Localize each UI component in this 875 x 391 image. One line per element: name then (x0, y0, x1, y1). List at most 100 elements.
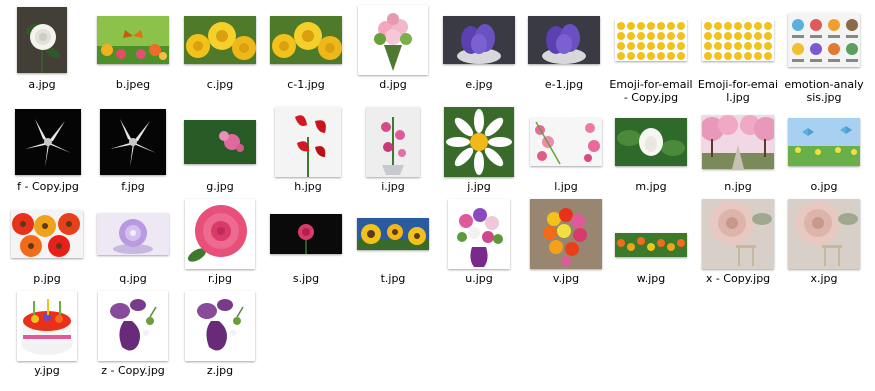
image-thumbnail-purple-hyacinth[interactable] (443, 16, 515, 64)
image-thumbnail-pink-orchid[interactable] (184, 120, 256, 164)
file-name: r.jpg (207, 272, 233, 285)
file-item[interactable]: r.jpg (178, 198, 262, 290)
file-item[interactable]: w.jpg (609, 198, 693, 290)
image-thumbnail-purple-flower-illustration[interactable] (98, 291, 168, 361)
file-name: q.jpg (119, 272, 147, 285)
image-thumbnail-yellow-roses-copy[interactable] (270, 16, 342, 64)
image-thumbnail-pink-arrangement[interactable] (366, 107, 420, 177)
file-name: l.jpg (554, 180, 578, 193)
file-item[interactable]: n.jpg (696, 106, 780, 198)
file-item[interactable]: x - Copy.jpg (696, 198, 780, 290)
image-thumbnail-rose-wall[interactable] (702, 199, 774, 269)
file-item[interactable]: Emoji-for-email - Copy.jpg (609, 4, 693, 104)
file-name: c-1.jpg (287, 78, 325, 91)
image-thumbnail-butterflies-meadow[interactable] (788, 118, 860, 166)
file-name: z - Copy.jpg (101, 364, 165, 377)
file-item[interactable]: t.jpg (351, 198, 435, 290)
image-thumbnail-daisy[interactable] (444, 107, 514, 177)
file-name: x - Copy.jpg (705, 272, 771, 285)
file-item[interactable]: d.jpg (351, 4, 435, 96)
image-thumbnail-white-lily-copy[interactable] (100, 109, 166, 175)
image-thumbnail-rose-dark[interactable] (270, 214, 342, 254)
file-name: n.jpg (724, 180, 752, 193)
image-thumbnail-vase-arrangement[interactable] (448, 199, 510, 269)
file-item[interactable]: c-1.jpg (264, 4, 348, 96)
file-item[interactable]: y.jpg (5, 290, 89, 382)
image-thumbnail-pink-flowers-white[interactable] (530, 118, 602, 166)
file-name: x.jpg (810, 272, 838, 285)
file-name: c.jpg (206, 78, 234, 91)
file-name: h.jpg (294, 180, 322, 193)
file-name: f.jpg (121, 180, 145, 193)
file-item[interactable]: u.jpg (437, 198, 521, 290)
file-item[interactable]: q.jpg (91, 198, 175, 290)
file-item[interactable]: f - Copy.jpg (6, 106, 90, 198)
file-name: j.jpg (467, 180, 491, 193)
file-item[interactable]: v.jpg (524, 198, 608, 290)
file-item[interactable]: g.jpg (178, 106, 262, 198)
image-thumbnail-yellow-roses[interactable] (184, 16, 256, 64)
image-thumbnail-poppy-field[interactable] (615, 233, 687, 257)
image-thumbnail-butterfly-flowers[interactable] (97, 16, 169, 64)
image-thumbnail-purple-hyacinth-copy[interactable] (528, 16, 600, 64)
file-name: e.jpg (465, 78, 493, 91)
file-item[interactable]: m.jpg (609, 106, 693, 198)
image-thumbnail-lavender-flower[interactable] (97, 213, 169, 255)
file-name: Emoji-for-email.jpg (697, 78, 779, 104)
file-item[interactable]: j.jpg (437, 106, 521, 198)
image-thumbnail-gerbera-daisies[interactable] (11, 210, 83, 258)
image-thumbnail-purple-flower-illustration-copy[interactable] (185, 291, 255, 361)
file-name: e-1.jpg (544, 78, 584, 91)
file-item[interactable]: s.jpg (264, 198, 348, 290)
file-item[interactable]: l.jpg (524, 106, 608, 198)
file-item[interactable]: b.jpeg (91, 4, 175, 96)
file-item[interactable]: c.jpg (178, 4, 262, 96)
image-thumbnail-emoji-grid[interactable] (615, 19, 687, 61)
file-name: w.jpg (636, 272, 666, 285)
image-thumbnail-bouquet[interactable] (358, 5, 428, 75)
file-name: u.jpg (465, 272, 493, 285)
file-item[interactable]: f.jpg (91, 106, 175, 198)
image-thumbnail-white-lily[interactable] (15, 109, 81, 175)
file-item[interactable]: Emoji-for-email.jpg (696, 4, 780, 104)
file-item[interactable]: x.jpg (782, 198, 866, 290)
file-name: p.jpg (33, 272, 61, 285)
file-item[interactable]: a.jpg (0, 4, 84, 96)
file-name: f - Copy.jpg (17, 180, 79, 193)
file-name: z.jpg (206, 364, 234, 377)
file-grid: a.jpg b.jpeg c.jpg c-1.jpg d.jpg e.jpg e… (0, 0, 875, 391)
file-name: Emoji-for-email - Copy.jpg (609, 78, 693, 104)
image-thumbnail-tulip-bouquet[interactable] (530, 199, 602, 269)
image-thumbnail-flower-cake[interactable] (17, 291, 77, 361)
file-item[interactable]: e-1.jpg (522, 4, 606, 96)
file-name: y.jpg (34, 364, 60, 377)
image-thumbnail-emoji-grid-copy[interactable] (702, 19, 774, 61)
image-thumbnail-cherry-blossom-path[interactable] (702, 115, 774, 169)
file-item[interactable]: o.jpg (782, 106, 866, 198)
image-thumbnail-rose-wall-copy[interactable] (788, 199, 860, 269)
file-name: emotion-analysis.jpg (784, 78, 864, 104)
image-thumbnail-pink-rose[interactable] (185, 199, 255, 269)
file-name: d.jpg (379, 78, 407, 91)
file-item[interactable]: emotion-analysis.jpg (782, 4, 866, 104)
image-thumbnail-sunflowers[interactable] (357, 218, 429, 250)
image-thumbnail-white-pea-flower[interactable] (615, 118, 687, 166)
file-item[interactable]: p.jpg (5, 198, 89, 290)
image-thumbnail-red-anthurium[interactable] (275, 107, 341, 177)
image-thumbnail-white-rose[interactable] (17, 7, 67, 73)
file-name: a.jpg (28, 78, 56, 91)
file-item[interactable]: z.jpg (178, 290, 262, 382)
file-name: s.jpg (292, 272, 320, 285)
file-item[interactable]: i.jpg (351, 106, 435, 198)
file-item[interactable]: e.jpg (437, 4, 521, 96)
file-item[interactable]: z - Copy.jpg (91, 290, 175, 382)
file-name: g.jpg (206, 180, 234, 193)
file-name: o.jpg (810, 180, 838, 193)
file-name: m.jpg (635, 180, 667, 193)
file-name: b.jpeg (115, 78, 151, 91)
file-name: t.jpg (380, 272, 406, 285)
image-thumbnail-emotion-chart[interactable] (788, 13, 860, 67)
file-name: v.jpg (552, 272, 580, 285)
file-item[interactable]: h.jpg (266, 106, 350, 198)
file-name: i.jpg (381, 180, 405, 193)
